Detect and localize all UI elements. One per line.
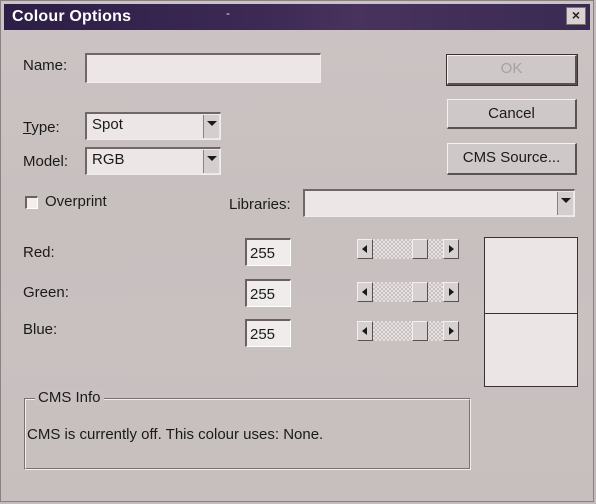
model-label: Model:: [23, 153, 69, 170]
green-slider[interactable]: [357, 282, 459, 302]
libraries-label: Libraries:: [229, 196, 291, 213]
red-slider-thumb[interactable]: [412, 239, 428, 259]
red-slider[interactable]: [357, 239, 459, 259]
preview-divider: [485, 313, 577, 314]
type-label: Type:: [23, 119, 60, 136]
blue-value-input[interactable]: 255: [245, 319, 291, 347]
scroll-right-icon[interactable]: [443, 321, 459, 341]
red-label: Red:: [23, 244, 55, 261]
overprint-label[interactable]: Overprint: [45, 193, 107, 210]
title-bar[interactable]: Colour Options - ×: [4, 4, 590, 30]
cms-source-button[interactable]: CMS Source...: [447, 143, 577, 175]
blue-label: Blue:: [23, 321, 58, 338]
blue-slider-track[interactable]: [373, 321, 443, 341]
close-button[interactable]: ×: [566, 7, 586, 25]
red-slider-track[interactable]: [373, 239, 443, 259]
overprint-checkbox[interactable]: [25, 196, 38, 209]
close-icon: ×: [571, 7, 581, 23]
model-value: RGB: [92, 151, 125, 168]
libraries-dropdown[interactable]: [303, 189, 575, 217]
chevron-down-icon[interactable]: [203, 115, 219, 138]
red-value-input[interactable]: 255: [245, 238, 291, 266]
chevron-down-icon[interactable]: [203, 150, 219, 173]
cms-source-button-label: CMS Source...: [462, 149, 561, 166]
cancel-button[interactable]: Cancel: [447, 99, 577, 129]
type-value: Spot: [92, 116, 123, 133]
name-label: Name:: [23, 57, 68, 74]
green-slider-thumb[interactable]: [412, 282, 428, 302]
cancel-button-label: Cancel: [488, 105, 535, 122]
green-label: Green:: [23, 284, 69, 301]
type-label-rest: ype:: [31, 119, 60, 136]
cms-info-group: CMS Info CMS is currently off. This colo…: [24, 389, 471, 470]
scroll-left-icon[interactable]: [357, 282, 373, 302]
colour-preview: [484, 237, 578, 387]
model-dropdown[interactable]: RGB: [85, 147, 221, 175]
name-input[interactable]: [85, 53, 321, 83]
window-title: Colour Options: [12, 8, 132, 25]
scroll-right-icon[interactable]: [443, 239, 459, 259]
colour-options-dialog: Colour Options - × Name: OK Type: Spot C…: [0, 0, 594, 502]
cms-info-text: CMS is currently off. This colour uses: …: [27, 426, 324, 443]
green-slider-track[interactable]: [373, 282, 443, 302]
blue-slider[interactable]: [357, 321, 459, 341]
blue-slider-thumb[interactable]: [412, 321, 428, 341]
chevron-down-icon[interactable]: [557, 192, 573, 215]
title-dash: -: [226, 6, 230, 20]
scroll-left-icon[interactable]: [357, 239, 373, 259]
type-dropdown[interactable]: Spot: [85, 112, 221, 140]
cms-info-title: CMS Info: [35, 389, 104, 406]
scroll-right-icon[interactable]: [443, 282, 459, 302]
scroll-left-icon[interactable]: [357, 321, 373, 341]
ok-button[interactable]: OK: [446, 54, 578, 86]
green-value-input[interactable]: 255: [245, 279, 291, 307]
ok-button-label: OK: [500, 60, 523, 77]
